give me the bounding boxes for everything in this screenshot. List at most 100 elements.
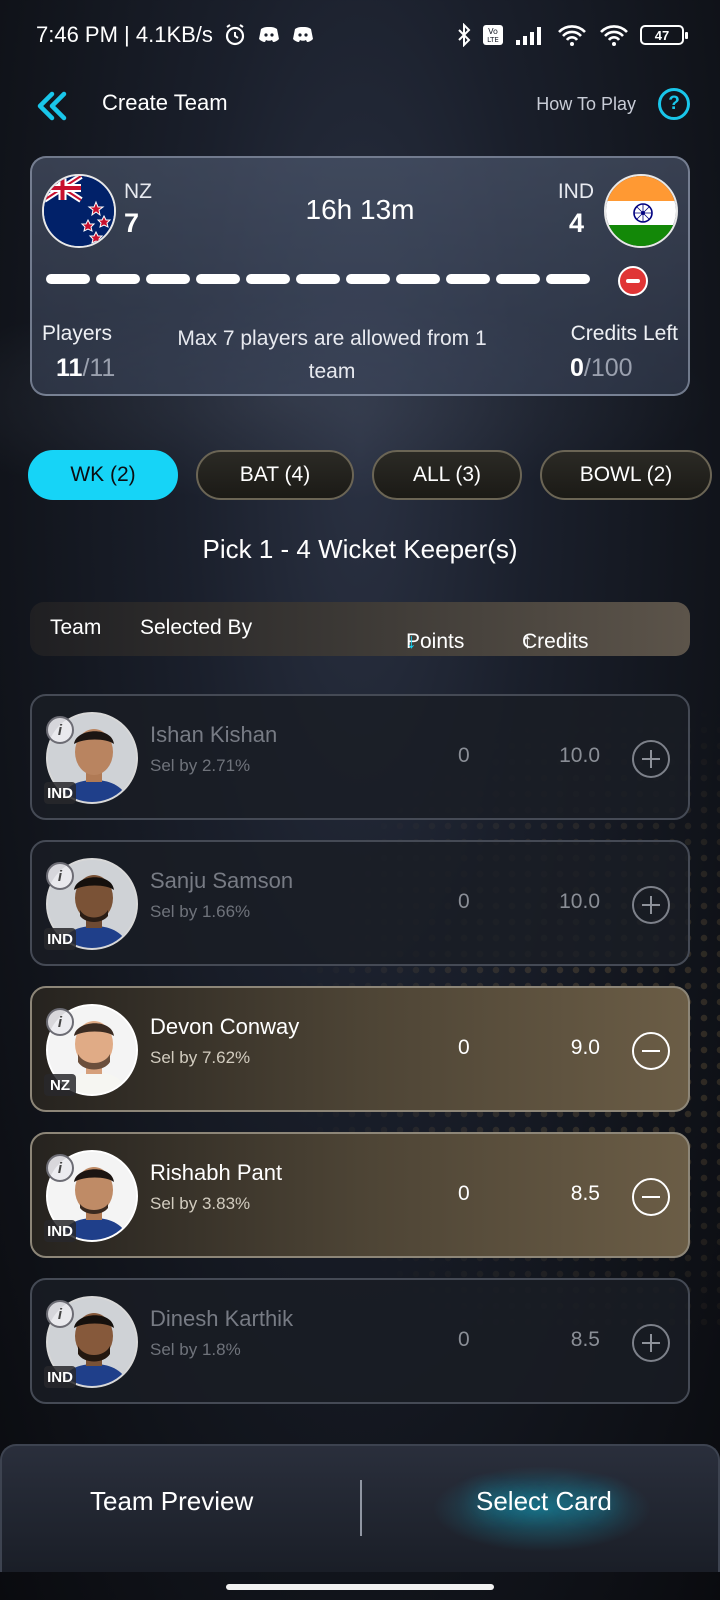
sort-bar: Team Selected By Points ↓ Credits ↑ (30, 602, 690, 656)
add-player-button[interactable] (632, 1324, 670, 1362)
players-selected: 11 (56, 354, 83, 382)
back-button[interactable] (34, 88, 70, 124)
player-selected-by: Sel by 2.71% (150, 756, 251, 775)
selection-progress (46, 274, 590, 284)
how-to-play-link[interactable]: How To Play (536, 94, 636, 115)
player-credits: 10.0 (559, 890, 600, 913)
help-icon[interactable]: ? (658, 88, 690, 120)
player-team-tag: IND (44, 1366, 76, 1388)
india-flag-icon (604, 174, 678, 248)
slot-filled (496, 274, 540, 284)
player-name: Devon Conway (150, 1014, 300, 1039)
battery-icon: 47 (640, 25, 688, 45)
sort-team[interactable]: Team (50, 616, 101, 640)
player-row[interactable]: i IND Dinesh Karthik Sel by 1.8% 0 8.5 (30, 1278, 690, 1404)
team2-name: IND (557, 180, 594, 203)
info-icon[interactable]: i (46, 716, 74, 744)
slot-filled (296, 274, 340, 284)
player-name: Sanju Samson (150, 868, 294, 893)
player-row[interactable]: i IND Rishabh Pant Sel by 3.83% 0 8.5 (30, 1132, 690, 1258)
plus-icon-stem (650, 896, 652, 914)
wifi-icon (556, 23, 588, 47)
discord-icon (291, 25, 315, 45)
player-selected-by: Sel by 1.8% (150, 1340, 241, 1359)
divider (360, 1480, 362, 1536)
minus-icon (642, 1196, 660, 1198)
double-chevron-left-icon (37, 91, 67, 121)
credits-left-value: 0/100 (570, 354, 633, 383)
player-team-tag: IND (44, 1220, 76, 1242)
credits-total: /100 (583, 354, 633, 382)
alarm-icon (223, 23, 247, 47)
info-icon[interactable]: i (46, 1154, 74, 1182)
player-selected-by: Sel by 1.66% (150, 902, 251, 921)
role-tabs: WK (2) BAT (4) ALL (3) BOWL (2) (28, 450, 720, 500)
discord-icon (257, 25, 281, 45)
player-row[interactable]: i NZ Devon Conway Sel by 7.62% 0 9.0 (30, 986, 690, 1112)
player-points: 0 (458, 744, 470, 767)
team-preview-button[interactable]: Team Preview (90, 1486, 253, 1517)
tab-all[interactable]: ALL (3) (372, 450, 522, 500)
slot-filled (46, 274, 90, 284)
info-icon[interactable]: i (46, 1300, 74, 1328)
player-credits: 9.0 (570, 1036, 600, 1059)
player-row[interactable]: i IND Sanju Samson Sel by 1.66% 0 10.0 (30, 840, 690, 966)
add-player-button[interactable] (632, 886, 670, 924)
player-credits: 8.5 (570, 1182, 600, 1205)
arrow-up-icon: ↑ (522, 630, 533, 653)
header: Create Team How To Play ? (0, 80, 720, 130)
credits-left-label: Credits Left (570, 322, 678, 345)
slot-filled (146, 274, 190, 284)
player-name: Dinesh Karthik (150, 1306, 294, 1331)
add-player-button[interactable] (632, 740, 670, 778)
clear-team-minus-icon[interactable] (618, 266, 648, 296)
volte-icon: Vo LTE (482, 23, 504, 47)
player-name: Ishan Kishan (150, 722, 278, 747)
slot-filled (196, 274, 240, 284)
info-icon[interactable]: i (46, 1008, 74, 1036)
bottom-action-bar: Team Preview Select Card (0, 1444, 720, 1572)
page-title: Create Team (102, 90, 228, 115)
max-players-note: Max 7 players are allowed from 1 team (177, 327, 487, 383)
match-card: NZ 7 16h 13m IND 4 Players 11/11 Max 7 p… (30, 156, 690, 396)
bluetooth-icon (456, 23, 472, 47)
remove-player-button[interactable] (632, 1178, 670, 1216)
wifi-icon (598, 23, 630, 47)
player-points: 0 (458, 1328, 470, 1351)
tab-bat[interactable]: BAT (4) (196, 450, 354, 500)
players-count: 11/11 (56, 354, 115, 383)
plus-icon-stem (650, 1334, 652, 1352)
players-total: /11 (82, 354, 116, 382)
pick-heading: Pick 1 - 4 Wicket Keeper(s) (202, 534, 518, 564)
player-selected-by: Sel by 7.62% (150, 1048, 251, 1067)
minus-icon (642, 1050, 660, 1052)
home-indicator[interactable] (226, 1584, 494, 1590)
slot-filled (346, 274, 390, 284)
player-selected-by: Sel by 3.83% (150, 1194, 251, 1213)
slot-filled (396, 274, 440, 284)
remove-player-button[interactable] (632, 1032, 670, 1070)
tab-bowl[interactable]: BOWL (2) (540, 450, 712, 500)
status-time-speed: 7:46 PM | 4.1KB/s (36, 22, 213, 47)
player-points: 0 (458, 890, 470, 913)
team2-count: 4 (568, 208, 584, 238)
sort-selected-by[interactable]: Selected By (140, 616, 252, 640)
players-label: Players (42, 322, 113, 345)
select-card-button[interactable]: Select Card (476, 1486, 612, 1517)
player-credits: 10.0 (559, 744, 600, 767)
player-name: Rishabh Pant (150, 1160, 283, 1185)
player-team-tag: NZ (44, 1074, 76, 1096)
svg-text:LTE: LTE (487, 36, 499, 44)
signal-icon (514, 24, 546, 46)
slot-filled (546, 274, 590, 284)
player-row[interactable]: i IND Ishan Kishan Sel by 2.71% 0 10.0 (30, 694, 690, 820)
tab-wk[interactable]: WK (2) (28, 450, 178, 500)
slot-filled (96, 274, 140, 284)
info-icon[interactable]: i (46, 862, 74, 890)
slot-filled (446, 274, 490, 284)
status-bar: 7:46 PM | 4.1KB/s Vo LTE 47 (0, 0, 720, 70)
player-credits: 8.5 (570, 1328, 600, 1351)
slot-filled (246, 274, 290, 284)
credits-left: 0 (570, 354, 584, 382)
player-points: 0 (458, 1036, 470, 1059)
